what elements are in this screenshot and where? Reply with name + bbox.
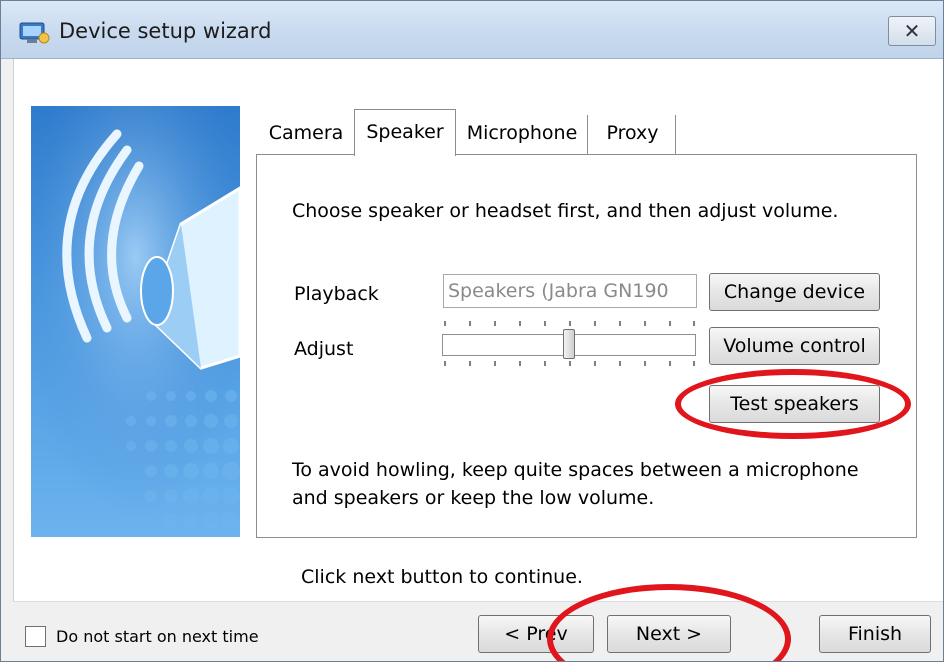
tab-camera[interactable]: Camera	[260, 115, 352, 155]
window-title: Device setup wizard	[59, 19, 272, 43]
tab-proxy[interactable]: Proxy	[590, 115, 676, 155]
do-not-start-label[interactable]: Do not start on next time	[56, 627, 259, 646]
playback-label: Playback	[294, 283, 379, 305]
next-button[interactable]: Next >	[607, 615, 731, 653]
adjust-label: Adjust	[294, 338, 354, 360]
prev-button[interactable]: < Prev	[478, 615, 594, 653]
do-not-start-checkbox[interactable]	[25, 626, 46, 647]
change-device-button[interactable]: Change device	[709, 273, 880, 311]
speaker-banner-image	[31, 106, 240, 537]
finish-button[interactable]: Finish	[819, 615, 931, 653]
volume-slider[interactable]	[442, 319, 698, 367]
playback-device-field[interactable]: Speakers (Jabra GN190	[443, 274, 697, 308]
speaker-megaphone-icon	[31, 106, 240, 537]
close-button[interactable]: ✕	[888, 16, 936, 46]
device-setup-window: Device setup wizard ✕ Camera Speaker Mic…	[0, 0, 944, 662]
device-wizard-icon	[19, 22, 50, 44]
speaker-instruction: Choose speaker or headset first, and the…	[292, 200, 839, 222]
test-speakers-button[interactable]: Test speakers	[709, 385, 880, 423]
continue-hint: Click next button to continue.	[301, 566, 583, 588]
title-bar[interactable]: Device setup wizard ✕	[1, 1, 943, 59]
volume-control-button[interactable]: Volume control	[709, 327, 880, 365]
close-icon: ✕	[903, 19, 921, 43]
tab-speaker[interactable]: Speaker	[354, 109, 456, 156]
slider-thumb[interactable]	[563, 329, 575, 359]
tab-microphone[interactable]: Microphone	[457, 115, 588, 155]
howling-note: To avoid howling, keep quite spaces betw…	[292, 459, 859, 509]
